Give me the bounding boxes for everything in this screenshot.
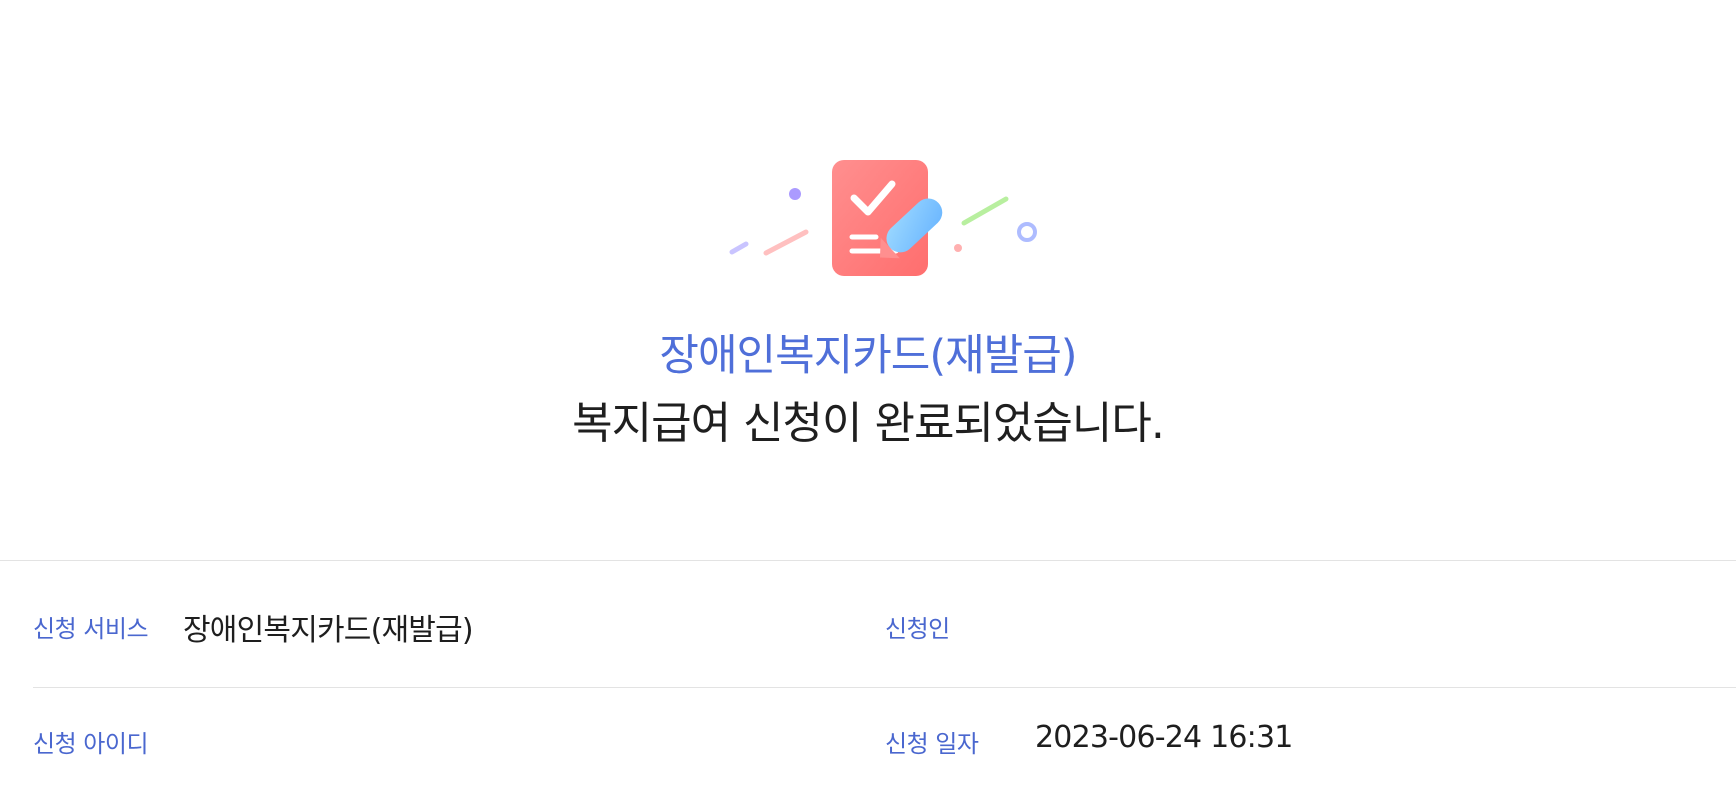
application-id-label: 신청 아이디	[33, 730, 149, 758]
confetti-line	[961, 196, 1009, 226]
completion-message: 복지급여 신청이 완료되었습니다.	[572, 398, 1165, 449]
document-check-edit-icon	[729, 160, 1037, 276]
confetti-dot	[789, 188, 801, 200]
confetti-line	[763, 229, 809, 256]
completion-hero: 장애인복지카드(재발급) 복지급여 신청이 완료되었습니다.	[0, 0, 1736, 560]
application-date-label: 신청 일자	[885, 730, 979, 758]
application-service-value: 장애인복지카드(재발급)	[183, 613, 474, 648]
details-row-service-applicant: 신청 서비스 장애인복지카드(재발급) 신청인	[33, 561, 1736, 688]
applicant-label: 신청인	[885, 615, 950, 643]
confetti-dot	[954, 244, 962, 252]
service-title: 장애인복지카드(재발급)	[659, 331, 1077, 381]
application-date-value: 2023-06-24 16:31	[1035, 720, 1293, 755]
application-complete-page: 장애인복지카드(재발급) 복지급여 신청이 완료되었습니다. 신청 서비스 장애…	[0, 0, 1736, 787]
details-row-id-date: 신청 아이디 신청 일자 2023-06-24 16:31	[33, 688, 1736, 787]
application-service-label: 신청 서비스	[33, 615, 149, 643]
confetti-ring	[1017, 222, 1037, 242]
confetti-line	[729, 241, 749, 255]
application-details: 신청 서비스 장애인복지카드(재발급) 신청인 신청 아이디 신청 일자 202…	[0, 561, 1736, 787]
